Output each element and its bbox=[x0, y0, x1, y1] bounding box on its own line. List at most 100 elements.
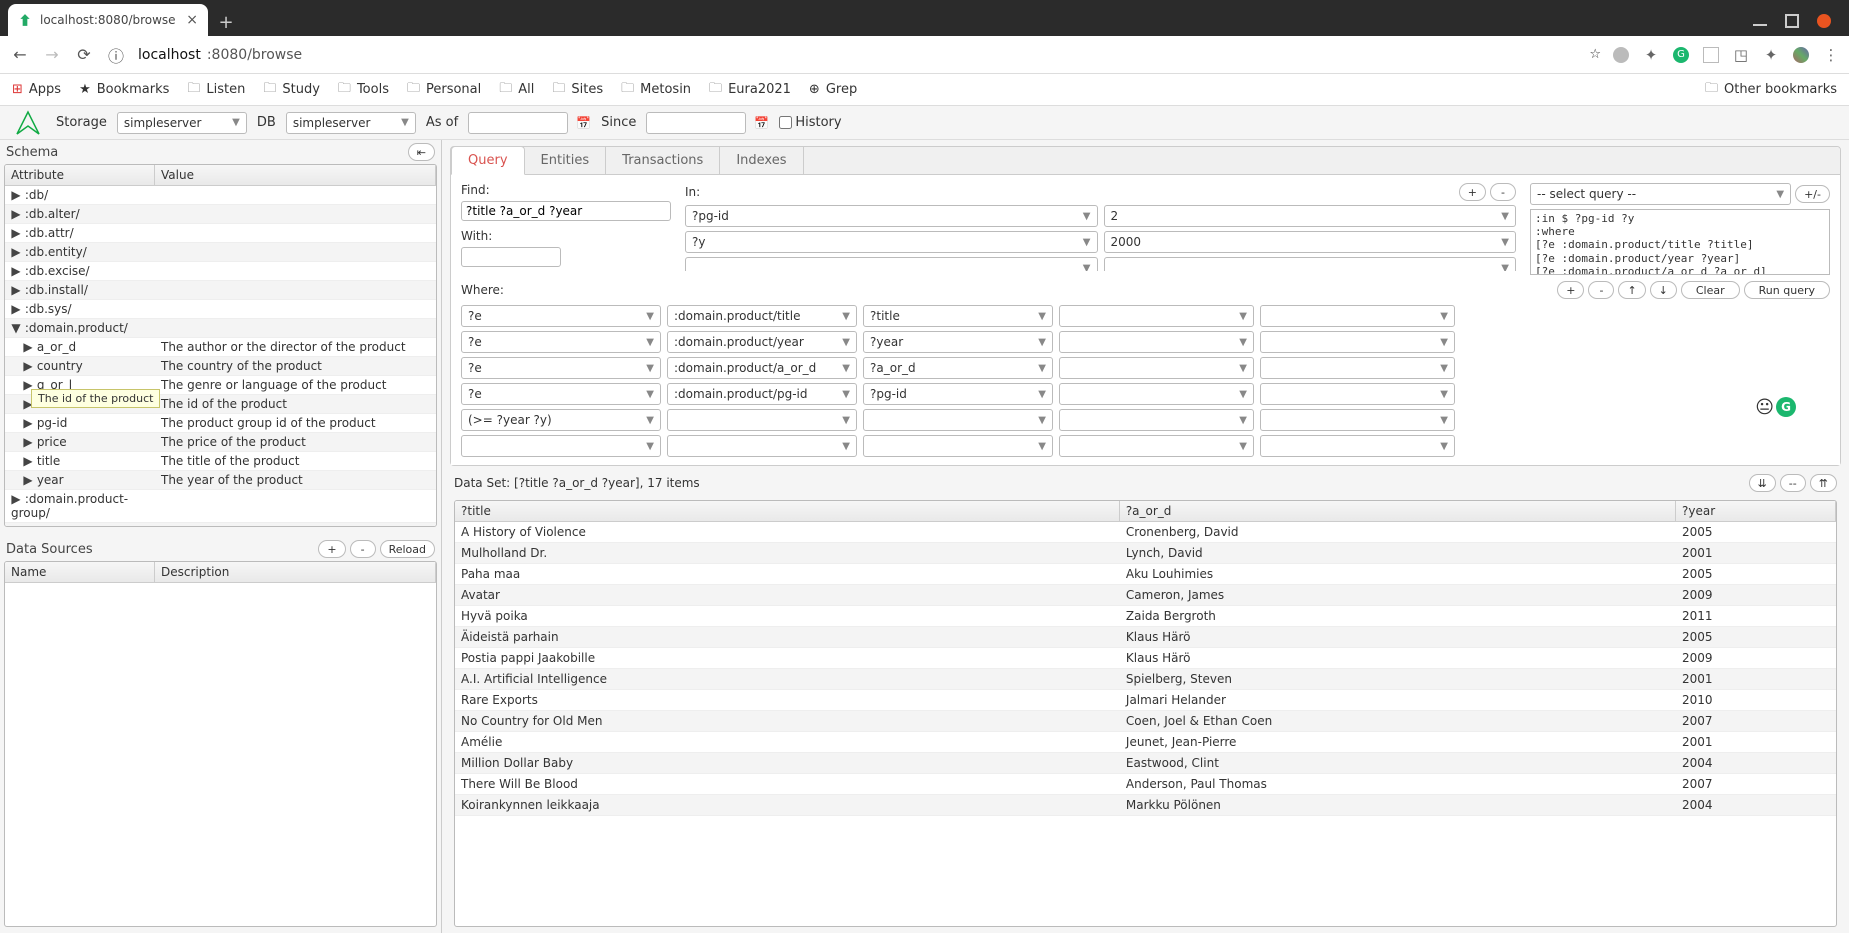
where-combo[interactable]: ▼ bbox=[1059, 357, 1254, 379]
schema-row[interactable]: ▶ :db.attr/ bbox=[5, 224, 436, 243]
where-combo[interactable]: ▼ bbox=[1260, 305, 1455, 327]
where-combo[interactable]: :domain.product/year▼ bbox=[667, 331, 857, 353]
where-combo[interactable]: :domain.product/title▼ bbox=[667, 305, 857, 327]
clear-button[interactable]: Clear bbox=[1681, 281, 1740, 299]
where-combo[interactable]: ▼ bbox=[667, 435, 857, 457]
where-remove-button[interactable]: - bbox=[1588, 281, 1614, 299]
asof-input[interactable] bbox=[468, 112, 568, 134]
query-plusminus-button[interactable]: +/- bbox=[1795, 185, 1830, 203]
col-header-name[interactable]: Name bbox=[5, 562, 155, 582]
tab-query[interactable]: Query bbox=[451, 146, 525, 175]
expand-toggle-icon[interactable]: ▶ bbox=[11, 302, 21, 316]
bookmark-folder[interactable]: 🗀All bbox=[499, 79, 534, 101]
bookmark-folder[interactable]: 🗀Study bbox=[263, 79, 320, 101]
where-combo[interactable]: ?e▼ bbox=[461, 383, 661, 405]
schema-row[interactable]: ▶ :db.excise/ bbox=[5, 262, 436, 281]
calendar-icon[interactable]: 📅 bbox=[754, 116, 769, 130]
other-bookmarks[interactable]: 🗀Other bookmarks bbox=[1705, 79, 1837, 101]
where-combo[interactable]: ?pg-id▼ bbox=[863, 383, 1053, 405]
table-row[interactable]: Paha maaAku Louhimies2005 bbox=[455, 564, 1836, 585]
expand-toggle-icon[interactable]: ▶ bbox=[23, 340, 33, 354]
tab-indexes[interactable]: Indexes bbox=[720, 147, 803, 174]
where-combo[interactable]: :domain.product/a_or_d▼ bbox=[667, 357, 857, 379]
with-input[interactable] bbox=[461, 247, 561, 267]
table-row[interactable]: There Will Be BloodAnderson, Paul Thomas… bbox=[455, 774, 1836, 795]
where-combo[interactable]: ?e▼ bbox=[461, 357, 661, 379]
bookmark-item[interactable]: ★Bookmarks bbox=[79, 82, 169, 97]
where-combo[interactable]: ?title▼ bbox=[863, 305, 1053, 327]
in-val-combo[interactable]: ▼ bbox=[1104, 257, 1517, 271]
where-combo[interactable]: ▼ bbox=[1260, 357, 1455, 379]
bookmark-folder[interactable]: 🗀Listen bbox=[187, 79, 245, 101]
where-combo[interactable]: ▼ bbox=[1059, 305, 1254, 327]
col-header-attribute[interactable]: Attribute bbox=[5, 165, 155, 185]
ds-remove-button[interactable]: - bbox=[350, 540, 376, 558]
in-var-combo[interactable]: ▼ bbox=[685, 257, 1098, 271]
ext-icon[interactable] bbox=[1703, 47, 1719, 63]
storage-select[interactable]: simpleserver▼ bbox=[117, 112, 247, 134]
tab-entities[interactable]: Entities bbox=[525, 147, 607, 174]
table-row[interactable]: No Country for Old MenCoen, Joel & Ethan… bbox=[455, 711, 1836, 732]
expand-toggle-icon[interactable]: ▶ bbox=[23, 473, 33, 487]
where-combo[interactable]: ▼ bbox=[667, 409, 857, 431]
where-combo[interactable]: ▼ bbox=[1059, 435, 1254, 457]
where-add-button[interactable]: + bbox=[1557, 281, 1584, 299]
where-combo[interactable]: ▼ bbox=[1059, 331, 1254, 353]
find-input[interactable] bbox=[461, 201, 671, 221]
apps-button[interactable]: ⊞Apps bbox=[12, 82, 61, 97]
table-row[interactable]: Rare ExportsJalmari Helander2010 bbox=[455, 690, 1836, 711]
browser-tab[interactable]: localhost:8080/browse × bbox=[8, 4, 208, 36]
schema-row[interactable]: ▶ :db.sys/ bbox=[5, 300, 436, 319]
where-combo[interactable]: ▼ bbox=[1260, 331, 1455, 353]
col-header[interactable]: ?title bbox=[455, 501, 1120, 521]
where-combo[interactable]: ?e▼ bbox=[461, 331, 661, 353]
ext-icon[interactable]: ✦ bbox=[1643, 47, 1659, 63]
schema-row[interactable]: ▶ priceThe price of the product bbox=[5, 433, 436, 452]
bookmark-folder[interactable]: 🗀Sites bbox=[552, 79, 603, 101]
expand-toggle-icon[interactable]: ▶ bbox=[11, 245, 21, 259]
where-combo[interactable]: ▼ bbox=[1260, 435, 1455, 457]
forward-button[interactable]: → bbox=[42, 45, 62, 64]
col-header[interactable]: ?a_or_d bbox=[1120, 501, 1676, 521]
in-var-combo[interactable]: ?pg-id▼ bbox=[685, 205, 1098, 227]
in-add-button[interactable]: + bbox=[1459, 183, 1486, 201]
dataset-sort-none-button[interactable]: -- bbox=[1780, 474, 1806, 492]
table-row[interactable]: AmélieJeunet, Jean-Pierre2001 bbox=[455, 732, 1836, 753]
where-combo[interactable]: ▼ bbox=[863, 435, 1053, 457]
bookmark-folder[interactable]: 🗀Eura2021 bbox=[709, 79, 791, 101]
where-combo[interactable]: (>= ?year ?y)▼ bbox=[461, 409, 661, 431]
new-tab-button[interactable]: + bbox=[212, 8, 240, 36]
db-select[interactable]: simpleserver▼ bbox=[286, 112, 416, 134]
collapse-button[interactable]: ⇤ bbox=[408, 143, 435, 161]
schema-row[interactable]: ▼ :domain.product/ bbox=[5, 319, 436, 338]
in-remove-button[interactable]: - bbox=[1490, 183, 1516, 201]
expand-toggle-icon[interactable]: ▶ bbox=[11, 207, 21, 221]
table-row[interactable]: Million Dollar BabyEastwood, Clint2004 bbox=[455, 753, 1836, 774]
history-checkbox[interactable]: History bbox=[779, 115, 841, 130]
table-row[interactable]: Postia pappi JaakobilleKlaus Härö2009 bbox=[455, 648, 1836, 669]
profile-avatar[interactable] bbox=[1793, 47, 1809, 63]
where-combo[interactable]: ?a_or_d▼ bbox=[863, 357, 1053, 379]
expand-toggle-icon[interactable]: ▶ bbox=[11, 525, 21, 526]
where-combo[interactable]: ▼ bbox=[461, 435, 661, 457]
schema-row[interactable]: ▶ :fressian/ bbox=[5, 523, 436, 526]
site-info-icon[interactable]: ⓘ bbox=[106, 43, 126, 67]
back-button[interactable]: ← bbox=[10, 45, 30, 64]
schema-row[interactable]: ▶ :db.install/ bbox=[5, 281, 436, 300]
dataset-sort-down-button[interactable]: ⇊ bbox=[1749, 474, 1776, 492]
where-combo[interactable]: ▼ bbox=[863, 409, 1053, 431]
extensions-icon[interactable]: ✦ bbox=[1763, 47, 1779, 63]
tab-close-icon[interactable]: × bbox=[186, 12, 198, 28]
where-combo[interactable]: ▼ bbox=[1260, 409, 1455, 431]
expand-toggle-icon[interactable]: ▼ bbox=[11, 321, 21, 335]
schema-row[interactable]: ▶ countryThe country of the product bbox=[5, 357, 436, 376]
url-bar[interactable]: localhost:8080/browse bbox=[138, 47, 1577, 63]
expand-toggle-icon[interactable]: ▶ bbox=[23, 416, 33, 430]
ext-icon[interactable] bbox=[1613, 47, 1629, 63]
menu-icon[interactable]: ⋮ bbox=[1823, 47, 1839, 63]
expand-toggle-icon[interactable]: ▶ bbox=[11, 188, 21, 202]
col-header[interactable]: ?year bbox=[1676, 501, 1836, 521]
table-row[interactable]: Hyvä poikaZaida Bergroth2011 bbox=[455, 606, 1836, 627]
schema-row[interactable]: ▶ :db.alter/ bbox=[5, 205, 436, 224]
in-val-combo[interactable]: 2▼ bbox=[1104, 205, 1517, 227]
